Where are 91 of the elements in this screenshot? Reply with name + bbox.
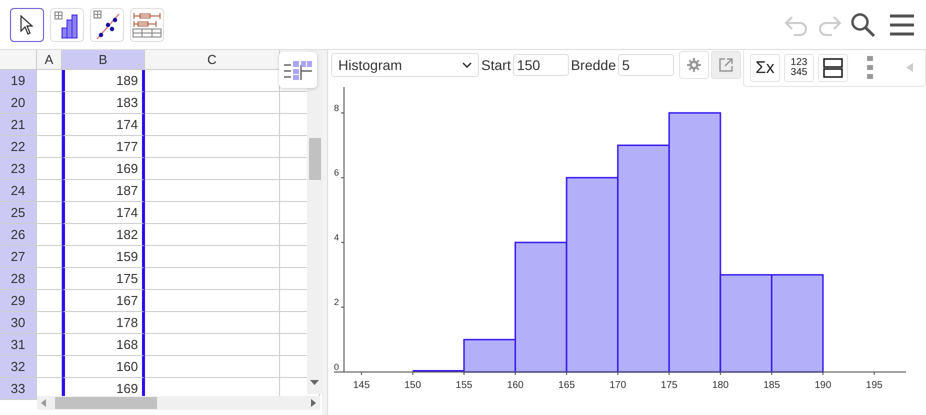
box-plot-icon	[132, 12, 162, 38]
row-header[interactable]: 19	[0, 70, 37, 92]
statistics-button[interactable]: Σx	[750, 54, 780, 82]
axis-tick-label: 155	[456, 380, 473, 391]
field-label: Start	[481, 57, 511, 73]
chart-type-dropdown[interactable]: Histogram	[331, 53, 480, 77]
table-cell: 178	[62, 312, 145, 334]
split-view-icon	[823, 58, 843, 78]
table-cell: 177	[62, 136, 145, 158]
table-cell	[37, 158, 62, 180]
row-header[interactable]: 20	[0, 92, 37, 114]
layout-toggle-button[interactable]	[279, 52, 318, 88]
scroll-right-icon[interactable]	[311, 399, 316, 407]
axis-tick-label: 2	[334, 297, 340, 308]
row-header[interactable]: 24	[0, 180, 37, 202]
table-cell: 183	[62, 92, 145, 114]
gear-icon	[687, 58, 701, 72]
table-cell	[37, 334, 62, 356]
axis-tick-label: 165	[558, 380, 576, 391]
row-header[interactable]: 29	[0, 290, 37, 312]
axis-tick-label: 8	[334, 102, 340, 113]
row-header[interactable]: 26	[0, 224, 37, 246]
row-header[interactable]: 21	[0, 114, 37, 136]
axis-tick-label: 180	[712, 380, 730, 391]
row-header[interactable]: 31	[0, 334, 37, 356]
column-header[interactable]: B	[62, 50, 145, 70]
row-header[interactable]: 32	[0, 356, 37, 378]
data-table-button[interactable]: 123 345	[784, 54, 814, 82]
table-cell: 187	[62, 180, 145, 202]
scroll-left-icon[interactable]	[41, 399, 46, 407]
table-cell	[37, 92, 62, 114]
table-cell	[37, 70, 62, 92]
row-header[interactable]: 28	[0, 268, 37, 290]
settings-button[interactable]	[679, 51, 709, 79]
table-cell	[37, 202, 62, 224]
axis-tick-label: 190	[814, 380, 832, 391]
axis-tick-label: 185	[764, 380, 780, 391]
row-header[interactable]: 27	[0, 246, 37, 268]
row-header[interactable]: 30	[0, 312, 37, 334]
axis-tick-label: 170	[610, 380, 626, 391]
scroll-down-icon[interactable]	[310, 380, 320, 385]
axis-tick-label: 6	[334, 168, 340, 178]
table-cell	[37, 114, 62, 136]
caret-icon	[462, 62, 472, 68]
table-cell: 174	[62, 202, 145, 224]
row-header[interactable]: 33	[0, 378, 37, 400]
table-cell: 167	[62, 290, 145, 312]
search-icon[interactable]	[850, 12, 876, 38]
row-header[interactable]: 23	[0, 158, 37, 180]
table-cell	[37, 290, 62, 312]
table-cell	[37, 224, 62, 246]
table-cell	[37, 312, 62, 334]
table-cell	[37, 180, 62, 202]
start-field[interactable]: 150	[512, 54, 569, 76]
column-header[interactable]: A	[37, 50, 62, 70]
axis-tick-label: 4	[334, 232, 340, 242]
menu-icon[interactable]	[888, 12, 916, 36]
export-button[interactable]	[711, 51, 741, 79]
row-header[interactable]: 25	[0, 202, 37, 224]
horizontal-scrollbar[interactable]	[37, 396, 320, 410]
axis-tick-label: 0	[334, 362, 340, 372]
corner-cell[interactable]	[0, 50, 37, 70]
axis-tick-label: 150	[404, 380, 422, 391]
table-cell: 168	[62, 334, 145, 356]
vertical-scrollbar[interactable]	[307, 50, 322, 394]
axis-tick-label: 195	[866, 380, 883, 391]
table-cell: 182	[62, 224, 145, 246]
table-cell	[37, 268, 62, 290]
axis-tick-label: 175	[661, 380, 678, 391]
layout-button[interactable]	[818, 54, 848, 82]
spreadsheet-layout-icon	[283, 59, 314, 81]
table-cell: 159	[62, 246, 145, 268]
width-field[interactable]: 5	[618, 54, 674, 76]
table-cell: 175	[62, 268, 145, 290]
table-cell: 174	[62, 114, 145, 136]
tool-button[interactable]	[10, 8, 44, 42]
row-header[interactable]: 22	[0, 136, 37, 158]
table-cell: 189	[62, 70, 145, 92]
table-cell: 160	[62, 356, 145, 378]
table-cell	[37, 246, 62, 268]
table-cell: 169	[62, 158, 145, 180]
pointer-icon	[20, 14, 34, 34]
export-icon	[718, 57, 734, 73]
column-header[interactable]: C	[145, 50, 280, 70]
table-cell	[37, 136, 62, 158]
more-icon[interactable]	[866, 56, 874, 80]
histogram-icon	[54, 10, 80, 38]
field-label: Bredde	[570, 57, 616, 73]
scatter-plot-icon	[93, 10, 121, 40]
axis-tick-label: 145	[353, 380, 370, 391]
axis-tick-label: 160	[507, 380, 524, 391]
